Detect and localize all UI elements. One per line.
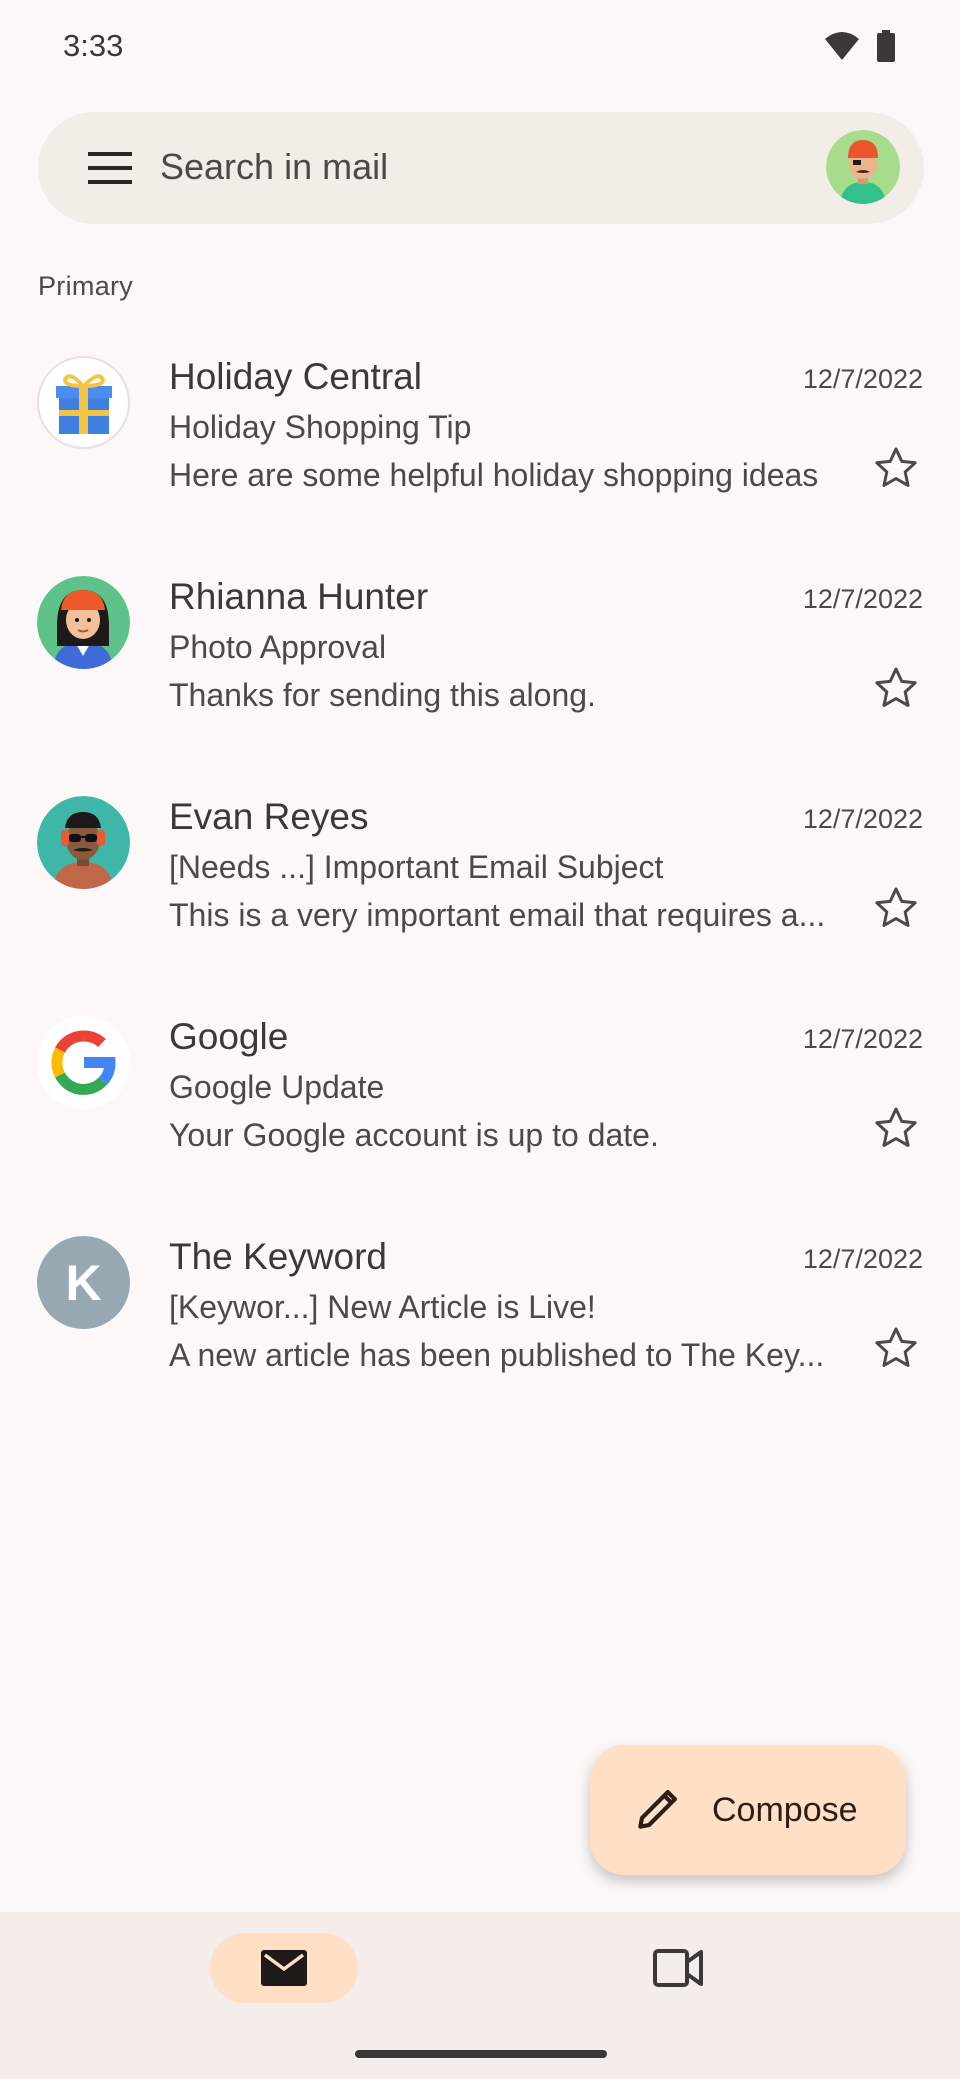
star-icon[interactable] bbox=[872, 444, 920, 492]
email-row[interactable]: Rhianna Hunter 12/7/2022 Photo Approval … bbox=[0, 576, 960, 776]
wifi-icon bbox=[825, 32, 859, 60]
email-subject: Google Update bbox=[169, 1069, 385, 1105]
email-subject: Photo Approval bbox=[169, 629, 387, 665]
email-row[interactable]: Google 12/7/2022 Google Update Your Goog… bbox=[0, 1016, 960, 1216]
email-date: 12/7/2022 bbox=[802, 804, 923, 834]
menu-icon[interactable] bbox=[82, 148, 142, 188]
google-logo-icon bbox=[51, 1030, 116, 1095]
email-date: 12/7/2022 bbox=[802, 584, 923, 614]
email-sender: Rhianna Hunter bbox=[169, 576, 429, 617]
email-sender: Google bbox=[169, 1016, 289, 1057]
email-subject: [Needs ...] Important Email Subject bbox=[169, 849, 664, 885]
sender-avatar[interactable] bbox=[37, 796, 130, 889]
account-avatar[interactable] bbox=[826, 130, 900, 204]
search-bar[interactable]: Search in mail bbox=[38, 112, 924, 224]
email-snippet: Here are some helpful holiday shopping i… bbox=[169, 457, 819, 493]
status-time: 3:33 bbox=[63, 28, 124, 63]
email-subject: Holiday Shopping Tip bbox=[169, 409, 472, 445]
status-icons bbox=[824, 30, 896, 62]
sender-avatar[interactable] bbox=[37, 356, 130, 449]
sender-avatar-letter: K bbox=[65, 1254, 102, 1311]
video-camera-icon[interactable] bbox=[652, 1946, 704, 1990]
email-sender: Holiday Central bbox=[169, 356, 422, 397]
star-icon[interactable] bbox=[872, 1104, 920, 1152]
email-snippet: Your Google account is up to date. bbox=[169, 1117, 659, 1153]
battery-icon bbox=[877, 30, 895, 62]
email-subject: [Keywor...] New Article is Live! bbox=[169, 1289, 596, 1325]
email-snippet: Thanks for sending this along. bbox=[169, 677, 596, 713]
email-row[interactable]: Evan Reyes 12/7/2022 [Needs ...] Importa… bbox=[0, 796, 960, 996]
home-indicator[interactable] bbox=[355, 2050, 607, 2058]
email-date: 12/7/2022 bbox=[802, 1024, 923, 1054]
email-snippet: A new article has been published to The … bbox=[169, 1337, 825, 1373]
sender-avatar[interactable] bbox=[37, 576, 130, 669]
star-icon[interactable] bbox=[872, 664, 920, 712]
email-sender: Evan Reyes bbox=[169, 796, 369, 837]
bottom-navigation bbox=[0, 1912, 960, 2079]
email-row[interactable]: K The Keyword 12/7/2022 [Keywor...] New … bbox=[0, 1236, 960, 1436]
star-icon[interactable] bbox=[872, 1324, 920, 1372]
email-date: 12/7/2022 bbox=[802, 1244, 923, 1274]
email-sender: The Keyword bbox=[169, 1236, 387, 1277]
email-row[interactable]: Holiday Central 12/7/2022 Holiday Shoppi… bbox=[0, 356, 960, 556]
star-icon[interactable] bbox=[872, 884, 920, 932]
pencil-icon bbox=[638, 1790, 677, 1829]
search-input[interactable]: Search in mail bbox=[160, 146, 388, 188]
compose-label: Compose bbox=[712, 1791, 858, 1829]
nav-mail-tab[interactable] bbox=[210, 1933, 358, 2003]
sender-avatar[interactable] bbox=[37, 1016, 130, 1109]
sender-avatar[interactable]: K bbox=[37, 1236, 130, 1329]
status-bar: 3:33 bbox=[0, 0, 960, 90]
section-label-primary: Primary bbox=[38, 271, 134, 301]
gift-icon bbox=[56, 374, 112, 434]
mail-icon bbox=[261, 1950, 307, 1986]
email-date: 12/7/2022 bbox=[802, 364, 923, 394]
compose-button[interactable]: Compose bbox=[590, 1745, 906, 1875]
gmail-inbox-screen: 3:33 Search in mail Primary Holiday Cent… bbox=[0, 0, 960, 2079]
email-snippet: This is a very important email that requ… bbox=[169, 897, 826, 933]
